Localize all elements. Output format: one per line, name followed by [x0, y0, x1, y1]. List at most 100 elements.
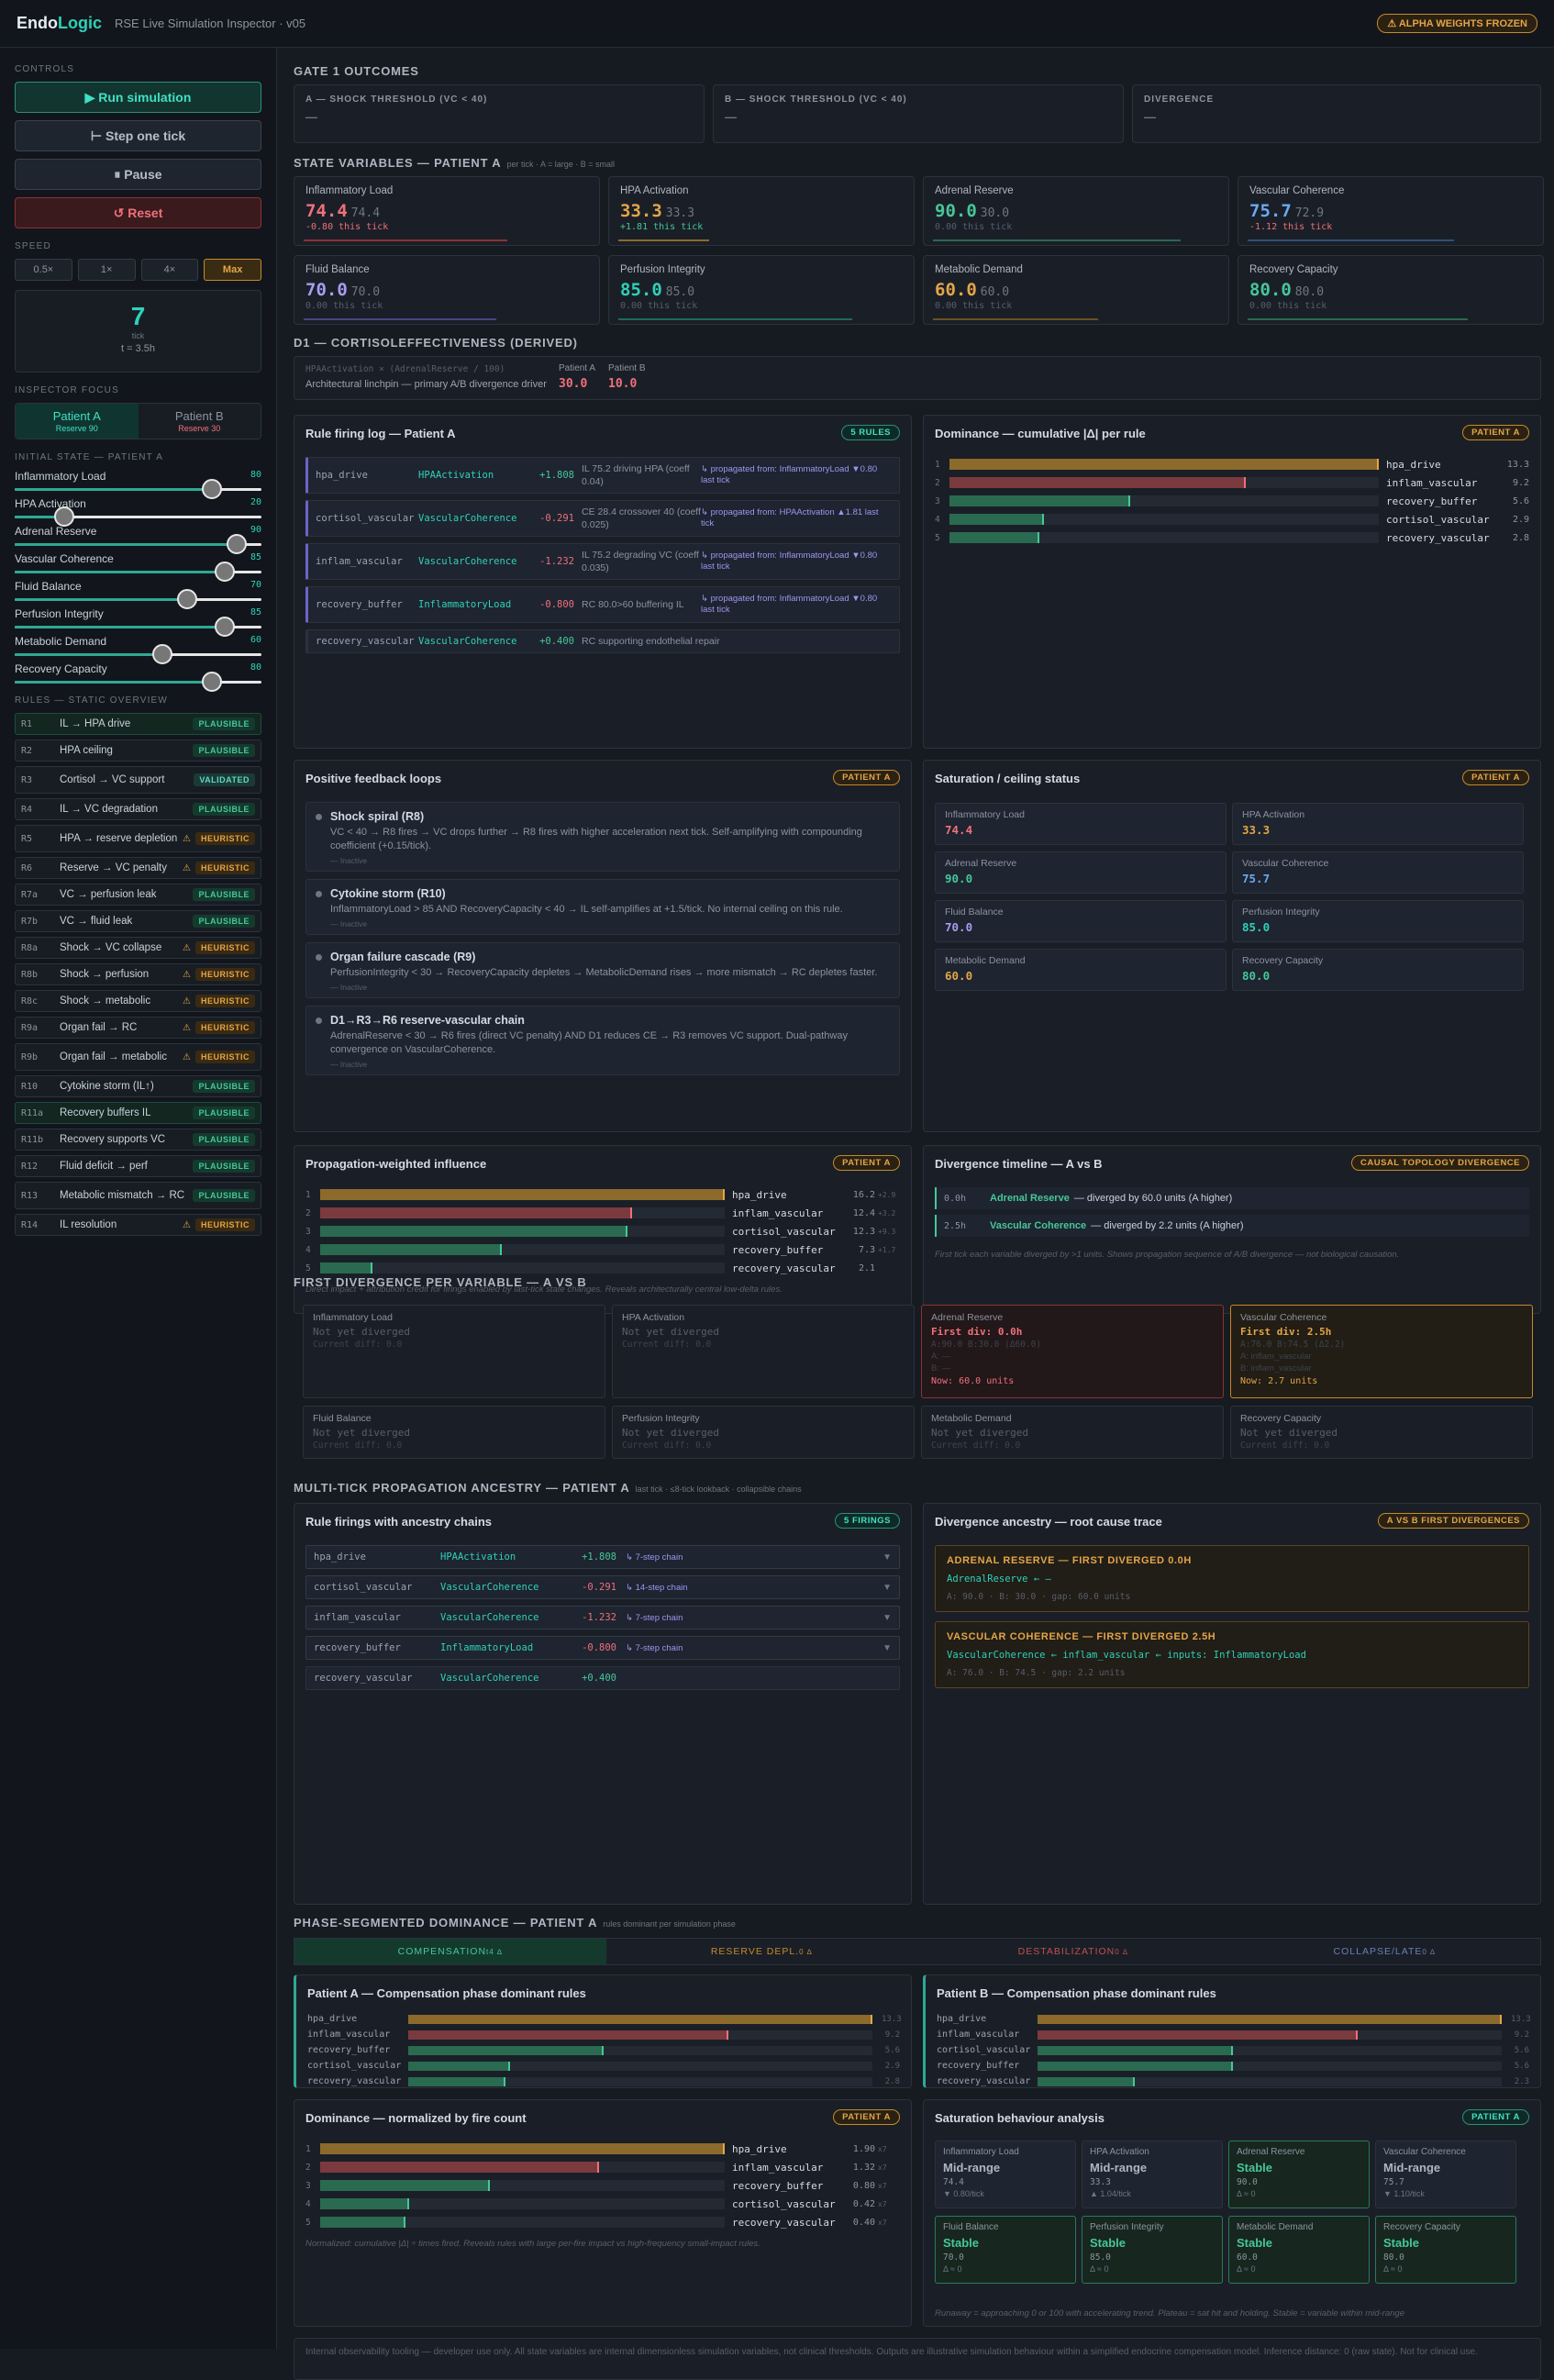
rule-id: R5 [21, 833, 33, 844]
feedback-loops-panel: Positive feedback loops PATIENT A Shock sp… [294, 760, 912, 1132]
fd-a: A: — [931, 1351, 951, 1362]
chevron-down-icon[interactable]: ▼ [882, 1583, 892, 1593]
value-b: 70.0 [350, 285, 381, 299]
ancestry-row[interactable]: recovery_buffer InflammatoryLoad -0.800 ↳ 7… [305, 1636, 900, 1660]
phase-title-sub: rules dominant per simulation phase [603, 1919, 736, 1929]
timeline-note: First tick each variable diverged by >1 … [935, 1250, 1400, 1260]
chevron-down-icon[interactable]: ▼ [882, 1613, 892, 1623]
slider-0[interactable]: Inflammatory Load 80 [15, 470, 261, 499]
behaviour-name: Fluid Balance [943, 2222, 999, 2232]
slider-4[interactable]: Fluid Balance 70 [15, 580, 261, 609]
slider-handle[interactable] [177, 589, 198, 609]
tick-label: tick [131, 331, 145, 340]
speed-max[interactable]: Max [204, 259, 261, 281]
state-card: Recovery Capacity 80.0 80.0 0.00 this tick [1238, 255, 1544, 325]
speed-1x[interactable]: 1× [77, 259, 136, 281]
slider-2[interactable]: Adrenal Reserve 90 [15, 525, 261, 554]
ancestry-row[interactable]: inflam_vascular VascularCoherence -1.232 ↳ … [305, 1606, 900, 1629]
phase-bar-row: cortisol_vascular 2.9 [307, 2058, 900, 2074]
phase-tab-count: 0 ∆ [1422, 1947, 1436, 1956]
rule-badge: HEURISTIC [194, 995, 255, 1007]
step-tick-button[interactable]: ⊢ Step one tick [15, 120, 261, 151]
log-target: VascularCoherence [418, 556, 517, 567]
slider-value: 20 [250, 497, 261, 507]
slider-handle[interactable] [214, 617, 235, 637]
speed-0.5x[interactable]: 0.5× [15, 259, 72, 281]
rule-item[interactable]: R4 IL → VC degradation PLAUSIBLE [15, 798, 261, 820]
phase-bar-value: 2.3 [1514, 2076, 1529, 2086]
rule-item[interactable]: R5 HPA → reserve depletion ⚠ HEURISTIC [15, 825, 261, 852]
slider-7[interactable]: Recovery Capacity 80 [15, 662, 261, 692]
speed-4x[interactable]: 4× [140, 259, 199, 281]
phase-title: PHASE-SEGMENTED DOMINANCE — PATIENT A rul… [294, 1916, 1541, 1930]
rule-item[interactable]: R3 Cortisol → VC support VALIDATED [15, 766, 261, 794]
slider-1[interactable]: HPA Activation 20 [15, 497, 261, 527]
rule-item[interactable]: R8c Shock → metabolic ⚠ HEURISTIC [15, 990, 261, 1012]
ancestry-row[interactable]: cortisol_vascular VascularCoherence -0.291… [305, 1575, 900, 1599]
fd-b: B: inflam_vascular [1240, 1363, 1312, 1374]
slider-5[interactable]: Perfusion Integrity 85 [15, 607, 261, 637]
behaviour-name: Inflammatory Load [943, 2147, 1019, 2157]
rule-item[interactable]: R6 Reserve → VC penalty ⚠ HEURISTIC [15, 857, 261, 879]
ancestry-title-text: MULTI-TICK PROPAGATION ANCESTRY — PATIEN… [294, 1481, 630, 1495]
chevron-down-icon[interactable]: ▼ [882, 1552, 892, 1563]
ancestry-row[interactable]: recovery_vascular VascularCoherence +0.400 [305, 1666, 900, 1690]
slider-fill [15, 653, 163, 656]
ancestry-row[interactable]: hpa_drive HPAActivation +1.808 ↳ 7-step cha… [305, 1545, 900, 1569]
ancestry-title: MULTI-TICK PROPAGATION ANCESTRY — PATIEN… [294, 1481, 1541, 1495]
rule-item[interactable]: R10 Cytokine storm (IL↑) PLAUSIBLE [15, 1075, 261, 1097]
rule-item[interactable]: R7a VC → perfusion leak PLAUSIBLE [15, 884, 261, 906]
rule-item[interactable]: R9b Organ fail → metabolic ⚠ HEURISTIC [15, 1043, 261, 1071]
warning-icon: ⚠ [183, 1051, 191, 1062]
rule-item[interactable]: R13 Metabolic mismatch → RC PLAUSIBLE [15, 1182, 261, 1209]
first-divergence-cell: Metabolic Demand Not yet diverged Current … [921, 1406, 1224, 1459]
sat-name: HPA Activation [1242, 809, 1305, 820]
reset-button[interactable]: ↺ Reset [15, 197, 261, 228]
behaviour-trend: Δ ≈ 0 [1237, 2189, 1256, 2198]
rule-name: VC → perfusion leak [60, 889, 157, 900]
rule-item[interactable]: R11a Recovery buffers IL PLAUSIBLE [15, 1102, 261, 1124]
slider-value: 80 [250, 662, 261, 673]
bar-rank: 1 [305, 1189, 311, 1200]
slider-3[interactable]: Vascular Coherence 85 [15, 552, 261, 582]
bar-value: 7.3 [858, 1244, 875, 1255]
pause-button[interactable]: ⏸ Pause [15, 159, 261, 190]
rule-item[interactable]: R1 IL → HPA drive PLAUSIBLE [15, 713, 261, 735]
slider-handle[interactable] [227, 534, 248, 554]
rule-item[interactable]: R9a Organ fail → RC ⚠ HEURISTIC [15, 1017, 261, 1039]
slider-handle[interactable] [202, 672, 223, 692]
rule-item[interactable]: R8b Shock → perfusion ⚠ HEURISTIC [15, 963, 261, 985]
patient-b-tab[interactable]: Patient B Reserve 30 [138, 404, 261, 439]
phase-tab[interactable]: COMPENSATION t4 ∆ [294, 1939, 606, 1964]
fd-a: A: inflam_vascular [1240, 1351, 1312, 1362]
slider-handle[interactable] [152, 644, 173, 664]
bar-rank: 3 [305, 1226, 311, 1237]
slider-6[interactable]: Metabolic Demand 60 [15, 635, 261, 664]
phase-tab[interactable]: RESERVE DEPL. 0 ∆ [606, 1939, 918, 1964]
bar-fill [320, 1207, 632, 1218]
bar-value: 5.6 [1512, 495, 1529, 506]
value-a: 74.4 [305, 201, 348, 221]
bar-row: 1 hpa_drive 1.90 x7 [305, 2140, 900, 2158]
chevron-down-icon[interactable]: ▼ [882, 1643, 892, 1653]
behaviour-cell: Adrenal Reserve Stable 90.0 Δ ≈ 0 [1228, 2141, 1370, 2208]
bar-extra: x7 [878, 2218, 887, 2227]
phase-tab[interactable]: DESTABILIZATION 0 ∆ [917, 1939, 1229, 1964]
slider-handle[interactable] [53, 506, 74, 527]
patient-a-tab[interactable]: Patient A Reserve 90 [16, 404, 139, 439]
rule-item[interactable]: R14 IL resolution ⚠ HEURISTIC [15, 1214, 261, 1236]
rule-item[interactable]: R11b Recovery supports VC PLAUSIBLE [15, 1129, 261, 1151]
state-bar [618, 318, 852, 320]
phase-bar-row: recovery_buffer 5.6 [307, 2042, 900, 2058]
rule-item[interactable]: R12 Fluid deficit → perf PLAUSIBLE [15, 1155, 261, 1177]
run-simulation-button[interactable]: ▶ Run simulation [15, 82, 261, 113]
phase-tab[interactable]: COLLAPSE/LATE 0 ∆ [1229, 1939, 1541, 1964]
rule-item[interactable]: R8a Shock → VC collapse ⚠ HEURISTIC [15, 937, 261, 959]
fd-name: Inflammatory Load [313, 1312, 393, 1323]
rule-item[interactable]: R7b VC → fluid leak PLAUSIBLE [15, 910, 261, 932]
slider-handle[interactable] [214, 562, 235, 582]
slider-handle[interactable] [202, 479, 223, 499]
bar-row: 2 inflam_vascular 12.4 +3.2 [305, 1204, 900, 1222]
rule-item[interactable]: R2 HPA ceiling PLAUSIBLE [15, 740, 261, 762]
slider-track [15, 644, 261, 664]
